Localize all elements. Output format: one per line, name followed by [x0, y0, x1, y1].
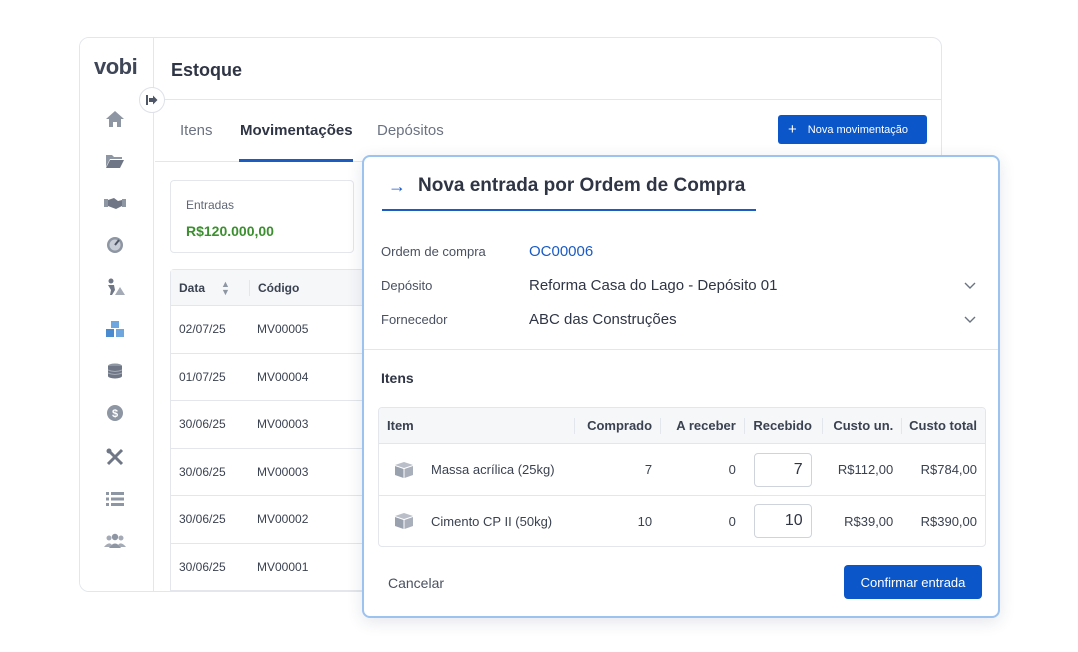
summary-card: Entradas R$120.000,00 [170, 180, 354, 253]
arrow-right-icon: → [388, 176, 406, 196]
table-row[interactable]: 02/07/25 MV00005 [171, 306, 369, 354]
modal-header: → Nova entrada por Ordem de Compra [382, 175, 756, 211]
tools-icon[interactable] [104, 446, 126, 468]
movements-table: Data ▲ ▼ Código 02/07/25 MV00005 01/07/25… [170, 269, 370, 591]
tab-depositos[interactable]: Depósitos [377, 122, 444, 139]
summary-label: Entradas [186, 198, 235, 212]
header-unit-cost: Custo un. [821, 408, 902, 443]
page-header: Estoque [155, 38, 941, 100]
plus-icon: + [788, 121, 797, 138]
cancel-button[interactable]: Cancelar [388, 575, 444, 591]
handshake-icon[interactable] [104, 192, 126, 214]
deposit-select[interactable]: Reforma Casa do Lago - Depósito 01 [529, 277, 963, 294]
home-icon[interactable] [104, 108, 126, 130]
confirm-entry-button[interactable]: Confirmar entrada [844, 565, 982, 599]
divider [364, 349, 998, 350]
box-icon [395, 461, 413, 478]
tab-movimentacoes[interactable]: Movimentações [240, 122, 353, 139]
item-bought: 7 [644, 462, 653, 477]
new-movement-button[interactable]: + Nova movimentação [778, 115, 927, 144]
order-field: Ordem de compra OC00006 [381, 241, 981, 261]
item-to-receive: 0 [728, 462, 736, 477]
item-total-cost: R$390,00 [920, 513, 977, 529]
tabs: Itens Movimentações Depósitos + Nova mov… [155, 100, 941, 162]
items-table-header: Item Comprado A receber Recebido Custo u… [379, 408, 985, 444]
header-code: Código [258, 280, 300, 295]
supplier-select[interactable]: ABC das Construções [529, 311, 963, 328]
active-tab-indicator [239, 159, 353, 162]
header-item: Item [387, 418, 414, 433]
team-icon[interactable] [104, 530, 126, 552]
summary-value: R$120.000,00 [186, 223, 274, 239]
sidebar: vobi $ [80, 38, 154, 591]
collapse-sidebar-button[interactable] [139, 87, 165, 113]
table-row[interactable]: 30/06/25 MV00003 [171, 449, 369, 496]
item-name: Cimento CP II (50kg) [431, 513, 553, 529]
received-quantity-input[interactable] [753, 452, 812, 487]
items-table: Item Comprado A receber Recebido Custo u… [378, 407, 986, 547]
arrow-right-icon [146, 95, 158, 105]
table-header: Data ▲ ▼ Código [171, 270, 369, 306]
page-title: Estoque [171, 60, 243, 80]
sort-icon[interactable]: ▲ ▼ [221, 279, 230, 296]
dollar-icon[interactable]: $ [104, 402, 126, 424]
header-to-receive: A receber [660, 408, 744, 443]
modal-title: Nova entrada por Ordem de Compra [418, 175, 746, 196]
order-label: Ordem de compra [381, 243, 486, 259]
table-row: Cimento CP II (50kg) 10 0 R$39,00 R$390,… [379, 495, 985, 546]
header-date[interactable]: Data ▲ ▼ [171, 279, 249, 296]
table-row[interactable]: 30/06/25 MV00001 [171, 544, 369, 591]
deposit-field[interactable]: Depósito Reforma Casa do Lago - Depósito… [381, 275, 981, 295]
item-unit-cost: R$39,00 [844, 513, 894, 529]
chevron-down-icon[interactable] [963, 312, 977, 326]
table-row[interactable]: 30/06/25 MV00002 [171, 496, 369, 544]
svg-text:$: $ [112, 408, 118, 420]
coins-icon[interactable] [104, 360, 126, 382]
header-total-cost: Custo total [901, 408, 985, 443]
header-received: Recebido [743, 408, 822, 443]
purchase-order-entry-modal: → Nova entrada por Ordem de Compra Ordem… [362, 155, 1000, 618]
supplier-field[interactable]: Fornecedor ABC das Construções [381, 309, 981, 329]
item-bought: 10 [637, 513, 653, 529]
order-link[interactable]: OC00006 [529, 243, 981, 260]
dashboard-icon[interactable] [104, 234, 126, 256]
table-row: Massa acrílica (25kg) 7 0 R$112,00 R$784… [379, 444, 985, 495]
chevron-down-icon[interactable] [963, 278, 977, 292]
header-bought: Comprado [574, 408, 660, 443]
folder-icon[interactable] [104, 150, 126, 172]
received-quantity-input[interactable] [753, 504, 812, 538]
item-name: Massa acrílica (25kg) [431, 462, 555, 477]
item-unit-cost: R$112,00 [837, 462, 894, 477]
supplier-label: Fornecedor [381, 311, 448, 327]
boxes-icon[interactable] [104, 318, 126, 340]
item-total-cost: R$784,00 [920, 462, 977, 477]
box-icon [395, 513, 413, 529]
worker-icon[interactable] [104, 276, 126, 298]
table-row[interactable]: 01/07/25 MV00004 [171, 354, 369, 401]
table-row[interactable]: 30/06/25 MV00003 [171, 401, 369, 449]
list-icon[interactable] [104, 488, 126, 510]
logo: vobi [94, 54, 138, 79]
deposit-label: Depósito [381, 277, 433, 293]
new-movement-label: Nova movimentação [807, 123, 909, 136]
item-to-receive: 0 [728, 513, 736, 529]
tab-itens[interactable]: Itens [180, 122, 213, 139]
items-section-title: Itens [381, 370, 414, 386]
